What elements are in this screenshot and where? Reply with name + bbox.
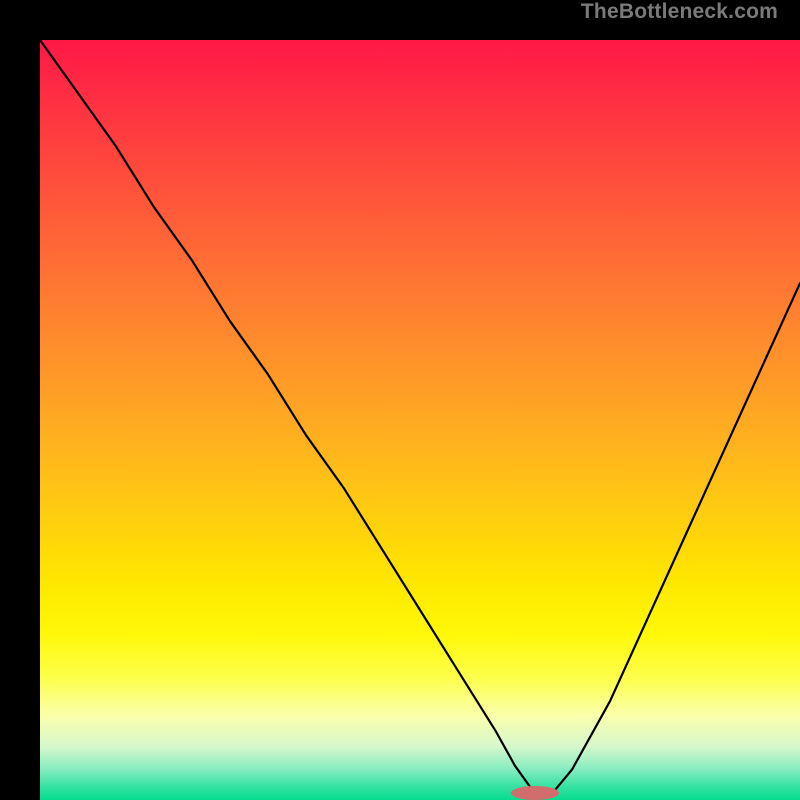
chart-svg [40, 40, 800, 800]
plot-area [40, 40, 800, 800]
gradient-bg [40, 40, 800, 800]
optimal-marker [511, 786, 559, 800]
watermark-text: TheBottleneck.com [581, 0, 778, 24]
chart-frame [0, 0, 800, 800]
